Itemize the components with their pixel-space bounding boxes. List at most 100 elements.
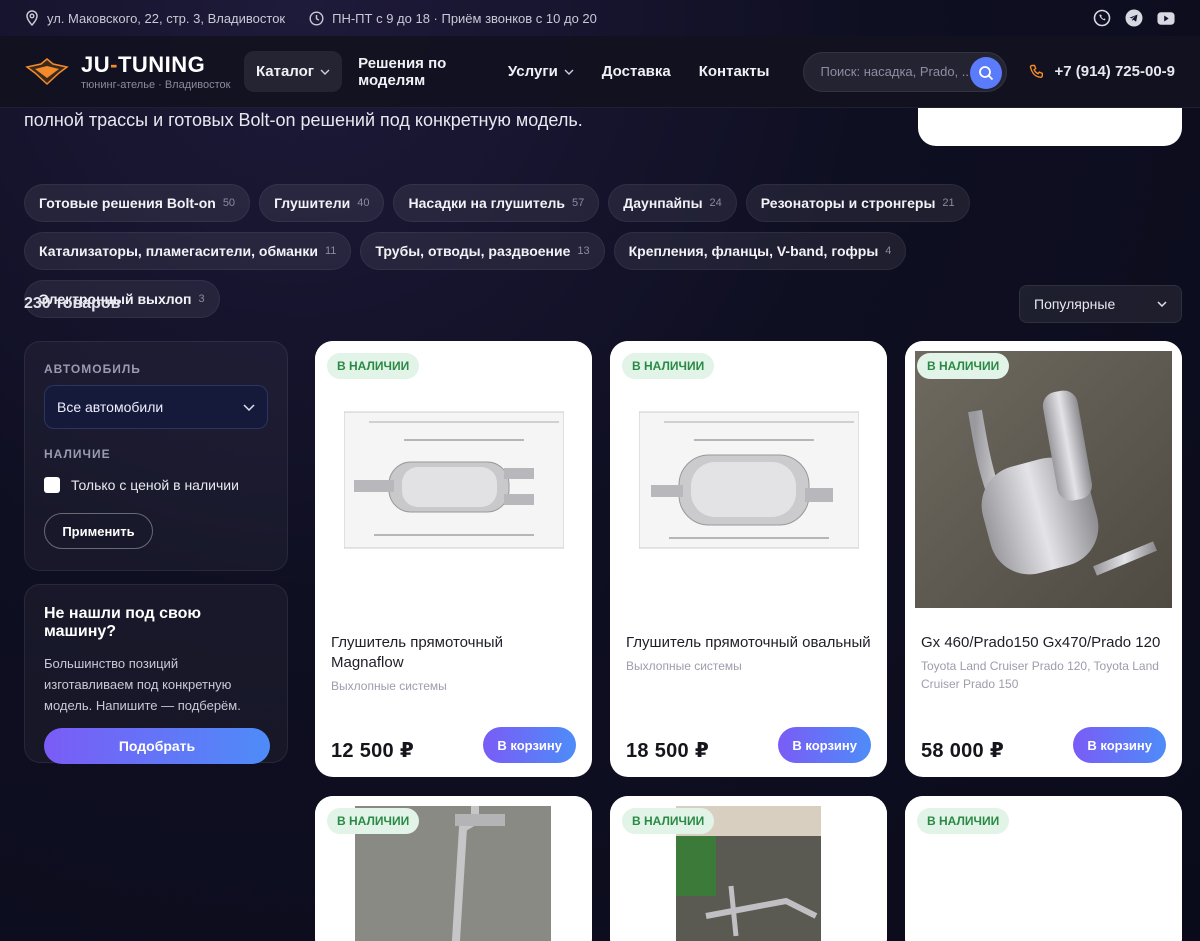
product-image[interactable]: В НАЛИЧИИ (610, 341, 887, 618)
promo-card-edge (918, 108, 1182, 146)
chip-count: 11 (324, 245, 337, 257)
whatsapp-icon[interactable] (1093, 9, 1111, 27)
muffler-drawing-image (638, 411, 859, 548)
stock-badge: В НАЛИЧИИ (917, 353, 1010, 379)
product-card[interactable]: В НАЛИЧИИ (905, 796, 1182, 941)
hours-item: ПН-ПТ с 9 до 18 · Приём звонков с 10 до … (309, 11, 597, 26)
logo-emblem-icon (25, 57, 69, 85)
chip-count: 24 (709, 197, 722, 209)
add-to-cart-button[interactable]: В корзину (1073, 727, 1166, 763)
chip-count: 13 (577, 245, 590, 257)
chip-label: Насадки на глушитель (408, 195, 566, 211)
chip-downpipes[interactable]: Даунпайпы 24 (608, 184, 737, 222)
search-button[interactable] (969, 56, 1002, 89)
help-panel: Не нашли под свою машину? Большинство по… (24, 584, 288, 764)
car-select[interactable]: Все автомобили (44, 385, 268, 429)
site-logo[interactable]: JU-TUNING тюнинг-ателье · Владивосток (25, 52, 240, 91)
nav-catalog[interactable]: Каталог (243, 51, 343, 92)
chevron-down-icon (564, 69, 574, 75)
product-image[interactable]: В НАЛИЧИИ (610, 796, 887, 941)
stock-badge: В НАЛИЧИИ (622, 808, 715, 834)
sort-value: Популярные (1034, 296, 1116, 312)
stock-badge: В НАЛИЧИИ (917, 808, 1010, 834)
product-category: Выхлопные системы (331, 679, 447, 693)
nav-services-label: Услуги (507, 63, 558, 80)
chip-bolt-on[interactable]: Готовые решения Bolt-on 50 (24, 184, 251, 222)
category-chips: Готовые решения Bolt-on 50 Глушители 40 На… (24, 184, 1034, 318)
product-image[interactable]: В НАЛИЧИИ (905, 796, 1182, 941)
product-image[interactable]: В НАЛИЧИИ (315, 341, 592, 618)
product-price: 18 500 ₽ (626, 739, 710, 762)
youtube-icon[interactable] (1157, 9, 1175, 27)
chevron-down-icon (243, 403, 255, 411)
product-card[interactable]: В НАЛИЧИИ Глушитель прямоточный Magnaflo… (315, 341, 592, 777)
car-filter-label: АВТОМОБИЛЬ (44, 362, 141, 376)
product-title[interactable]: Gx 460/Prado150 Gx470/Prado 120 (921, 633, 1166, 653)
chip-label: Глушители (274, 195, 351, 211)
product-card[interactable]: В НАЛИЧИИ (610, 796, 887, 941)
nav-solutions[interactable]: Решения по моделям (346, 43, 492, 101)
chip-catalysts[interactable]: Катализаторы, пламегасители, обманки 11 (24, 232, 352, 270)
top-info-bar: ул. Маковского, 22, стр. 3, Владивосток … (0, 0, 1200, 36)
muffler-drawing-image (343, 411, 564, 548)
location-pin-icon (26, 10, 38, 26)
product-title[interactable]: Глушитель прямоточный Magnaflow (331, 633, 576, 673)
nav-contacts[interactable]: Контакты (687, 51, 782, 92)
chip-mounts[interactable]: Крепления, фланцы, V-band, гофры 4 (613, 232, 907, 270)
telegram-icon[interactable] (1125, 9, 1143, 27)
chip-count: 40 (357, 197, 370, 209)
nav-delivery-label: Доставка (601, 63, 671, 80)
clock-icon (309, 10, 324, 26)
chip-resonators[interactable]: Резонаторы и стронгеры 21 (745, 184, 970, 222)
chip-tips[interactable]: Насадки на глушитель 57 (393, 184, 600, 222)
chip-pipes[interactable]: Трубы, отводы, раздвоение 13 (360, 232, 605, 270)
chevron-down-icon (320, 69, 330, 75)
chip-label: Трубы, отводы, раздвоение (375, 243, 571, 259)
chip-label: Катализаторы, пламегасители, обманки (39, 243, 318, 259)
car-select-value: Все автомобили (57, 399, 164, 415)
chip-label: Готовые решения Bolt-on (39, 195, 216, 211)
product-card[interactable]: В НАЛИЧИИ Глушитель прямоточный овальный… (610, 341, 887, 777)
chip-mufflers[interactable]: Глушители 40 (259, 184, 385, 222)
nav-catalog-label: Каталог (255, 63, 315, 80)
intro-text: полной трассы и готовых Bolt-on решений … (24, 110, 583, 130)
apply-button[interactable]: Применить (44, 513, 153, 549)
product-category: Выхлопные системы (626, 659, 742, 673)
stock-checkbox-row[interactable]: Только с ценой в наличии (44, 477, 268, 493)
phone-link[interactable]: +7 (914) 725-00-9 (1029, 63, 1175, 80)
chip-label: Крепления, фланцы, V-band, гофры (628, 243, 879, 259)
address-item: ул. Маковского, 22, стр. 3, Владивосток (25, 10, 285, 26)
product-image[interactable]: В НАЛИЧИИ (315, 796, 592, 941)
sort-select[interactable]: Популярные (1019, 285, 1182, 323)
add-to-cart-button[interactable]: В корзину (483, 727, 576, 763)
chip-label: Резонаторы и стронгеры (760, 195, 936, 211)
stock-checkbox[interactable] (44, 477, 60, 493)
hours-text: ПН-ПТ с 9 до 18 · Приём звонков с 10 до … (332, 10, 597, 26)
social-links (1093, 9, 1175, 27)
nav-delivery[interactable]: Доставка (590, 51, 683, 92)
help-text: Большинство позиций изготавливаем под ко… (44, 656, 241, 713)
main-nav: Каталог Решения по моделям Услуги Достав… (243, 43, 782, 101)
product-price: 58 000 ₽ (921, 739, 1005, 762)
product-image[interactable]: В НАЛИЧИИ (905, 341, 1182, 618)
chip-count: 4 (885, 245, 892, 257)
search-input[interactable] (820, 64, 971, 79)
stock-badge: В НАЛИЧИИ (327, 353, 420, 379)
logo-name: JU-TUNING (81, 52, 206, 77)
search-box (803, 51, 1007, 92)
nav-solutions-label: Решения по моделям (358, 54, 447, 89)
pick-button[interactable]: Подобрать (44, 728, 270, 764)
chip-count: 21 (942, 197, 955, 209)
search-icon (978, 65, 993, 80)
nav-services[interactable]: Услуги (496, 51, 586, 92)
product-category: Toyota Land Cruiser Prado 120, Toyota La… (921, 659, 1159, 691)
product-card[interactable]: В НАЛИЧИИ Gx 460/Prado150 Gx470/Prado 12… (905, 341, 1182, 777)
product-card[interactable]: В НАЛИЧИИ (315, 796, 592, 941)
product-price: 12 500 ₽ (331, 739, 415, 762)
product-title[interactable]: Глушитель прямоточный овальный (626, 633, 871, 653)
add-to-cart-button[interactable]: В корзину (778, 727, 871, 763)
main-header: JU-TUNING тюнинг-ателье · Владивосток Ка… (0, 36, 1200, 108)
chevron-down-icon (1157, 301, 1167, 307)
chip-label: Даунпайпы (623, 195, 703, 211)
nav-contacts-label: Контакты (698, 63, 770, 80)
